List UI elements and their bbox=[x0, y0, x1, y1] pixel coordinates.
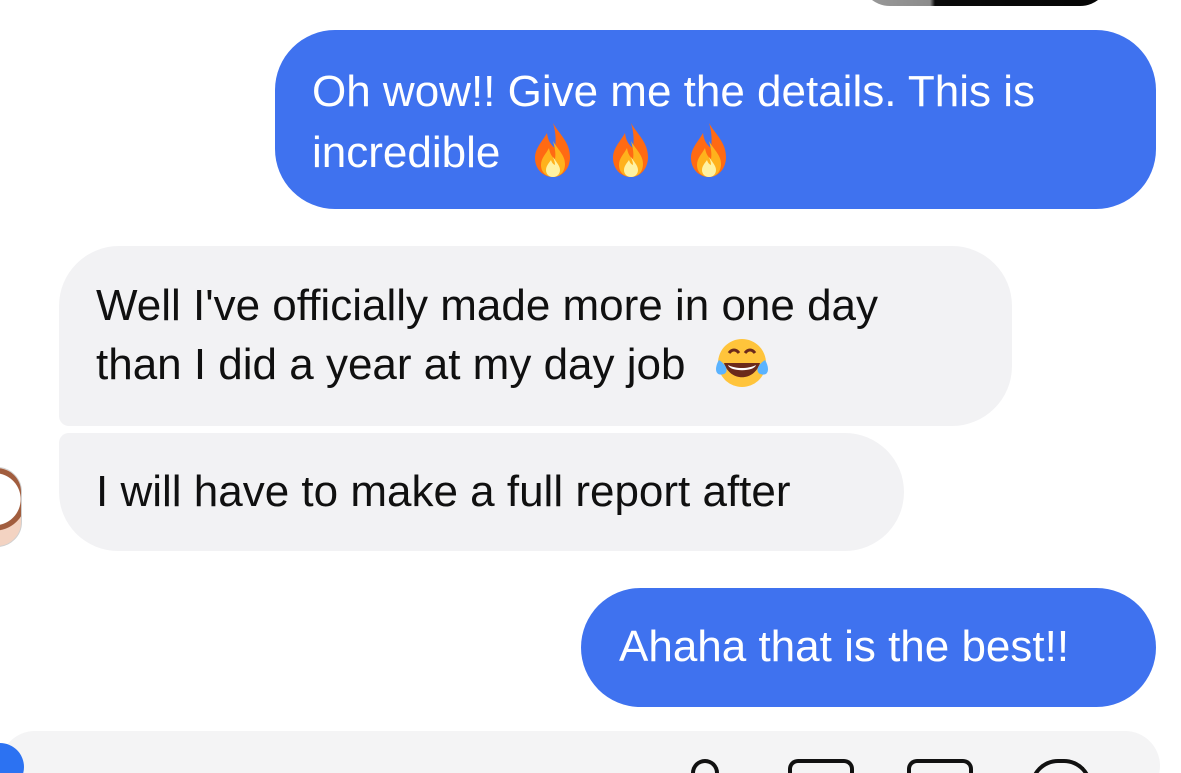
message-line: Well I've officially made more in one da… bbox=[96, 281, 879, 330]
gallery-icon[interactable] bbox=[788, 759, 854, 773]
message-line: incredible bbox=[312, 128, 501, 177]
fire-icon bbox=[691, 123, 727, 177]
outgoing-message-bubble[interactable]: Ahaha that is the best!! bbox=[581, 588, 1156, 707]
chat-screen: Oh wow!! Give me the details. This is in… bbox=[0, 0, 1181, 773]
message-line-with-emoji: than I did a year at my day job bbox=[96, 335, 974, 394]
message-line-with-emoji: incredible bbox=[312, 121, 1118, 182]
incoming-message-bubble[interactable]: Well I've officially made more in one da… bbox=[59, 246, 1012, 426]
sticker-icon[interactable] bbox=[907, 759, 973, 773]
fire-icon bbox=[612, 123, 648, 177]
message-line: I will have to make a full report after bbox=[96, 467, 791, 516]
fire-icon bbox=[534, 123, 570, 177]
laughing-tears-emoji-icon bbox=[715, 339, 768, 387]
outgoing-message-bubble[interactable]: Oh wow!! Give me the details. This is in… bbox=[275, 30, 1156, 209]
incoming-message-bubble[interactable]: I will have to make a full report after bbox=[59, 433, 904, 551]
message-line: than I did a year at my day job bbox=[96, 340, 686, 389]
partial-media-preview[interactable] bbox=[860, 0, 1110, 6]
message-line: Oh wow!! Give me the details. This is bbox=[312, 67, 1036, 116]
message-composer[interactable] bbox=[0, 731, 1160, 773]
message-line: Ahaha that is the best!! bbox=[619, 622, 1070, 671]
contact-avatar[interactable] bbox=[0, 467, 22, 547]
